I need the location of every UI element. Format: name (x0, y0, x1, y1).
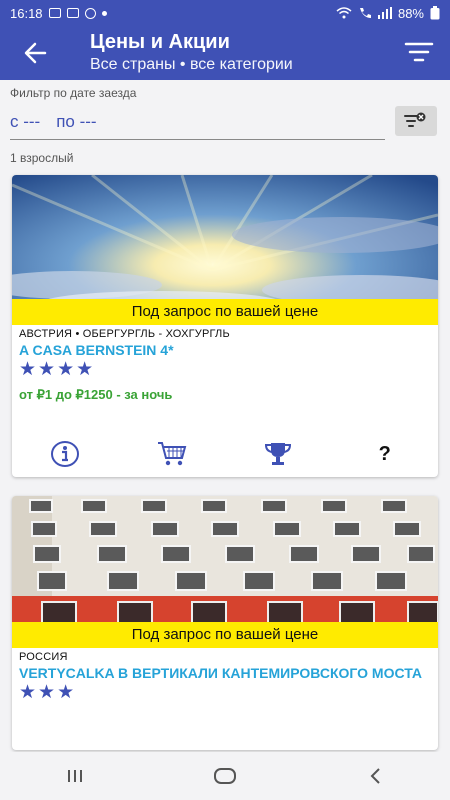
date-from[interactable]: с --- (10, 112, 40, 139)
cart-button[interactable] (119, 439, 226, 469)
recent-apps-icon (68, 770, 82, 782)
guests-count: 1 взрослый (10, 151, 74, 165)
star-rating: ★★★★ (19, 359, 96, 380)
notification-dot-icon (101, 10, 107, 16)
help-icon: ? (378, 442, 391, 465)
hotel-location: АВСТРИЯ • ОБЕРГУРГЛЬ - ХОХГУРГЛЬ (19, 328, 230, 340)
cart-icon (157, 442, 187, 466)
home-button[interactable] (150, 767, 300, 785)
star-rating: ★★★ (19, 682, 77, 703)
app-bar: Цены и Акции Все страны • все категории (0, 26, 450, 80)
trophy-icon (265, 443, 292, 465)
hotel-photo[interactable]: Под запрос по вашей цене (12, 496, 438, 648)
trophy-button[interactable] (225, 439, 332, 469)
status-time: 16:18 (10, 5, 43, 21)
hotel-photo[interactable]: Под запрос по вашей цене (12, 175, 438, 325)
hotel-location: РОССИЯ (19, 651, 68, 663)
date-range-field[interactable]: с --- по --- (10, 112, 385, 140)
hotel-name[interactable]: A CASA BERNSTEIN 4* (12, 340, 438, 359)
battery-percent: 88% (397, 5, 424, 21)
wifi-icon (336, 7, 352, 19)
battery-icon (430, 6, 440, 20)
back-arrow-icon[interactable] (20, 38, 50, 68)
date-filter-label: Фильтр по дате заезда (10, 86, 137, 100)
image-icon (66, 8, 79, 18)
hotel-card[interactable]: Под запрос по вашей цене АВСТРИЯ • ОБЕРГ… (12, 175, 438, 477)
card-actions: ? (12, 439, 438, 469)
back-nav-icon (370, 768, 380, 784)
info-icon (51, 441, 80, 467)
page-subtitle: Все страны • все категории (90, 56, 293, 73)
request-price-banner: Под запрос по вашей цене (12, 299, 438, 325)
page-title: Цены и Акции (90, 31, 230, 53)
recent-apps-button[interactable] (0, 768, 150, 784)
sort-menu-icon[interactable] (404, 40, 434, 66)
back-nav-button[interactable] (300, 767, 450, 785)
status-bar: 16:18 88% (0, 0, 450, 26)
info-button[interactable] (12, 439, 119, 469)
gallery-icon (48, 8, 61, 18)
request-price-banner: Под запрос по вашей цене (12, 622, 438, 648)
price-range: от ₽1 до ₽1250 - за ночь (19, 387, 173, 402)
home-icon (214, 768, 236, 784)
hotel-name[interactable]: VERTYCALKA В ВЕРТИКАЛИ КАНТЕМИРОВСКОГО М… (12, 663, 438, 682)
signal-icon (377, 7, 392, 19)
date-to[interactable]: по --- (56, 112, 96, 139)
system-nav-bar (0, 752, 450, 800)
call-icon (359, 8, 371, 18)
clear-filter-button[interactable] (395, 106, 437, 136)
hotel-card[interactable]: Под запрос по вашей цене РОССИЯ VERTYCAL… (12, 496, 438, 750)
clear-filter-icon (404, 112, 426, 127)
clock-icon (84, 7, 96, 19)
help-button[interactable]: ? (332, 439, 439, 469)
